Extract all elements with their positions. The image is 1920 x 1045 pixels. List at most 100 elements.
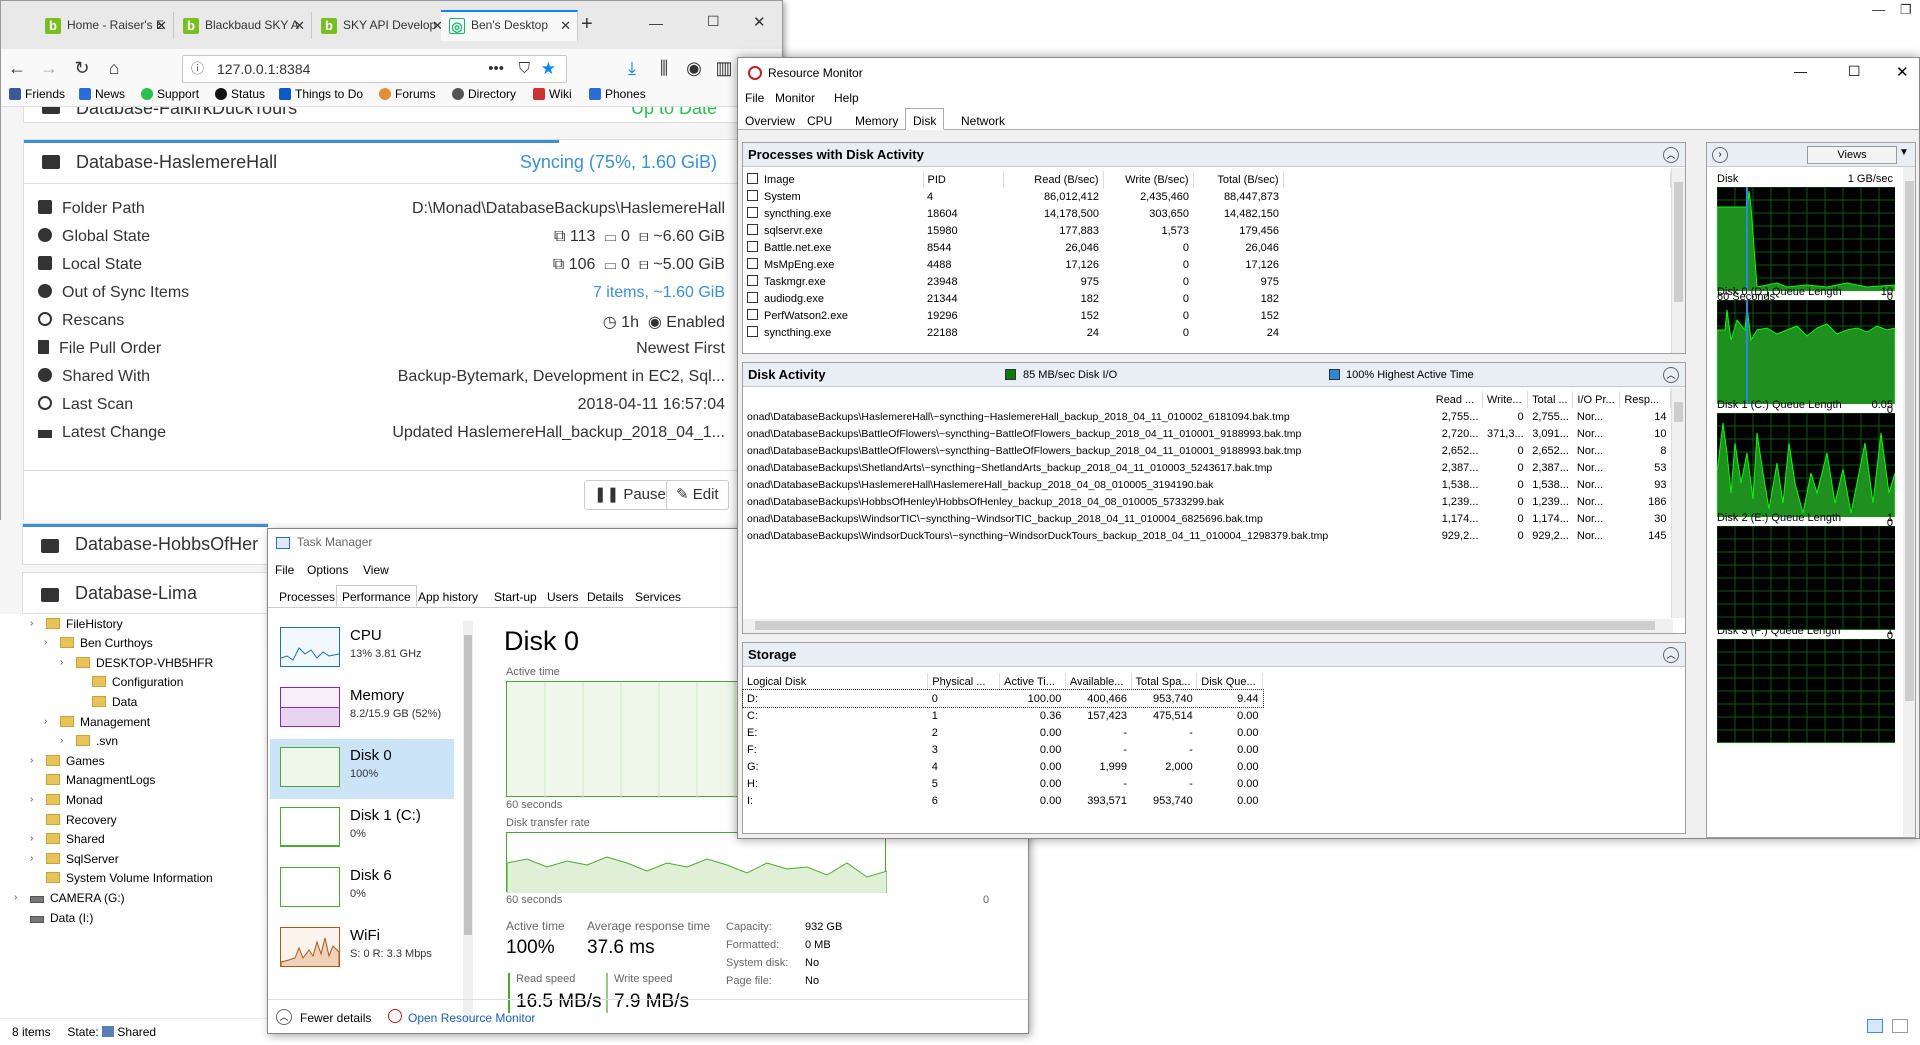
close-icon[interactable]: ✕ <box>560 12 571 39</box>
folder-panel-lima[interactable]: Database-Lima <box>22 572 268 614</box>
table-row[interactable]: onad\DatabaseBackups\BattleOfFlowers\~sy… <box>743 442 1671 459</box>
tree-item[interactable]: › DESKTOP-VHB5HFR <box>60 656 213 670</box>
open-resource-monitor-link[interactable]: Open Resource Monitor <box>408 1011 535 1025</box>
details-view-icon[interactable] <box>1867 1019 1883 1033</box>
chevron-icon[interactable]: › <box>30 794 33 805</box>
tab-network[interactable]: Network <box>961 114 1005 128</box>
bookmark-status[interactable]: Status <box>215 87 265 101</box>
library-icon[interactable]: ⫼ <box>653 58 675 79</box>
tab-cpu[interactable]: CPU <box>807 114 832 128</box>
large-icons-view-icon[interactable] <box>1892 1019 1908 1033</box>
tree-item[interactable]: › SqlServer <box>30 852 119 866</box>
page-actions-icon[interactable]: ••• <box>488 56 504 82</box>
menu-file[interactable]: File <box>745 91 764 105</box>
tab-performance[interactable]: Performance <box>336 585 417 607</box>
process-checkbox[interactable] <box>747 326 758 337</box>
table-row[interactable]: Taskmgr.exe 23948 975 0 975 <box>743 273 1671 290</box>
chevron-icon[interactable]: › <box>60 657 63 668</box>
table-row[interactable]: E: 2 0.00- -0.00 <box>743 724 1263 741</box>
table-row[interactable]: H: 5 0.00- -0.00 <box>743 775 1263 792</box>
perf-item-disk0[interactable]: Disk 0 100% <box>270 739 454 799</box>
tree-item[interactable]: Configuration <box>92 675 183 689</box>
tab-overview[interactable]: Overview <box>745 114 795 128</box>
url-bar[interactable]: ⓘ 127.0.0.1:8384 ••• ⛉ ★ <box>182 55 567 83</box>
column-header[interactable]: Read (B/sec) <box>1003 171 1104 188</box>
disk-activity-scrollbar[interactable] <box>1671 388 1685 618</box>
edit-button[interactable]: ✎ Edit <box>666 480 729 510</box>
table-row[interactable]: onad\DatabaseBackups\HaslemereHall\~sync… <box>743 408 1671 425</box>
table-row[interactable]: I: 6 0.00 393,571 953,740 0.00 <box>743 792 1263 809</box>
close-icon[interactable]: ✕ <box>156 12 167 39</box>
column-header[interactable]: Active Ti... <box>999 673 1066 690</box>
folder-panel-hobbs[interactable]: Database-HobbsOfHer <box>22 523 268 565</box>
tab-users[interactable]: Users <box>541 585 584 607</box>
bookmark-directory[interactable]: Directory <box>452 87 516 101</box>
collapse-icon[interactable]: ︿ <box>1663 147 1679 163</box>
browser-tab[interactable]: b Blackbaud SKY A ✕ <box>175 12 312 39</box>
chevron-icon[interactable]: › <box>30 618 33 629</box>
disk-activity-hscrollbar[interactable] <box>743 619 1673 633</box>
perf-item-wifi[interactable]: WiFi S: 0 R: 3.3 Mbps <box>270 919 454 979</box>
views-dropdown[interactable]: Views <box>1807 146 1897 164</box>
browser-tab[interactable]: b Home - Raiser's E ✕ <box>37 12 174 39</box>
tree-item[interactable]: › Management <box>44 715 150 729</box>
column-header[interactable]: Resp... <box>1619 391 1671 408</box>
bookmark-support[interactable]: Support <box>141 87 199 101</box>
process-checkbox[interactable] <box>747 241 758 252</box>
minimize-icon[interactable]: — <box>1794 64 1807 79</box>
process-checkbox[interactable] <box>747 224 758 235</box>
bookmark-forums[interactable]: Forums <box>379 87 436 101</box>
chevron-up-icon[interactable]: ︿ <box>276 1009 292 1025</box>
download-icon[interactable]: ⤓ <box>621 58 643 79</box>
tab-details[interactable]: Details <box>581 585 630 607</box>
maximize-icon[interactable]: ☐ <box>707 13 720 30</box>
restore-icon[interactable]: ❐ <box>1900 2 1912 18</box>
column-header[interactable]: Physical ... <box>927 673 1001 690</box>
fewer-details-link[interactable]: Fewer details <box>300 1011 371 1025</box>
table-row[interactable]: syncthing.exe 22188 24 0 24 <box>743 324 1671 341</box>
column-header[interactable]: Available... <box>1065 673 1132 690</box>
chevron-icon[interactable]: › <box>44 637 47 648</box>
perf-item-memory[interactable]: Memory 8.2/15.9 GB (52%) <box>270 679 454 739</box>
table-row[interactable]: audiodg.exe 21344 182 0 182 <box>743 290 1671 307</box>
process-checkbox[interactable] <box>747 292 758 303</box>
bookmark-things-to-do[interactable]: Things to Do <box>279 87 363 101</box>
table-row[interactable]: MsMpEng.exe 4488 17,126 0 17,126 <box>743 256 1671 273</box>
tree-item[interactable]: › Games <box>30 754 105 768</box>
table-row[interactable]: sqlservr.exe 15980 177,883 1,573 179,456 <box>743 222 1671 239</box>
tree-item[interactable]: › Shared <box>30 832 105 846</box>
column-header[interactable]: Logical Disk <box>743 673 929 690</box>
bookmark-friends[interactable]: Friends <box>9 87 65 101</box>
table-row[interactable]: D: 0 100.00 400,466 953,740 9.44 <box>742 689 1264 708</box>
sidebar-scrollbar[interactable] <box>463 621 473 1021</box>
menu-file[interactable]: File <box>275 563 294 577</box>
tab-services[interactable]: Services <box>629 585 687 607</box>
column-header[interactable]: Disk Que... <box>1196 673 1263 690</box>
maximize-icon[interactable]: ☐ <box>1848 63 1861 80</box>
folder-header[interactable]: Database-HaslemereHall Syncing (75%, 1.6… <box>24 140 737 184</box>
close-window-icon[interactable]: ✕ <box>753 13 766 31</box>
sidebar-icon[interactable]: ▥ <box>713 58 735 79</box>
bookmark-phones[interactable]: Phones <box>589 87 646 101</box>
tree-item[interactable]: Recovery <box>46 813 117 827</box>
tree-item[interactable]: ManagmentLogs <box>46 773 155 787</box>
chevron-icon[interactable]: › <box>30 853 33 864</box>
tab-processes[interactable]: Processes <box>273 585 341 607</box>
processes-header[interactable]: Processes with Disk Activity ︿ <box>743 143 1685 167</box>
minimize-icon[interactable]: — <box>1872 2 1885 17</box>
process-checkbox[interactable] <box>747 207 758 218</box>
tab-memory[interactable]: Memory <box>855 114 898 128</box>
bookmark-star-icon[interactable]: ★ <box>541 56 556 82</box>
reload-icon[interactable]: ↻ <box>71 58 93 79</box>
perf-item-cpu[interactable]: CPU 13% 3.81 GHz <box>270 619 454 679</box>
back-icon[interactable]: ← <box>6 58 28 79</box>
info-icon[interactable]: ⓘ <box>191 56 204 82</box>
storage-header[interactable]: Storage ︿ <box>743 643 1685 667</box>
browser-tab-active[interactable]: ◎ Ben's Desktop ✕ <box>441 10 578 41</box>
tab-app-history[interactable]: App history <box>412 585 484 607</box>
chevron-icon[interactable]: › <box>30 755 33 766</box>
bookmark-news[interactable]: News <box>79 87 125 101</box>
table-row[interactable]: C: 1 0.36 157,423 475,514 0.00 <box>743 707 1263 724</box>
process-checkbox[interactable] <box>747 309 758 320</box>
forward-icon[interactable]: → <box>38 58 60 79</box>
